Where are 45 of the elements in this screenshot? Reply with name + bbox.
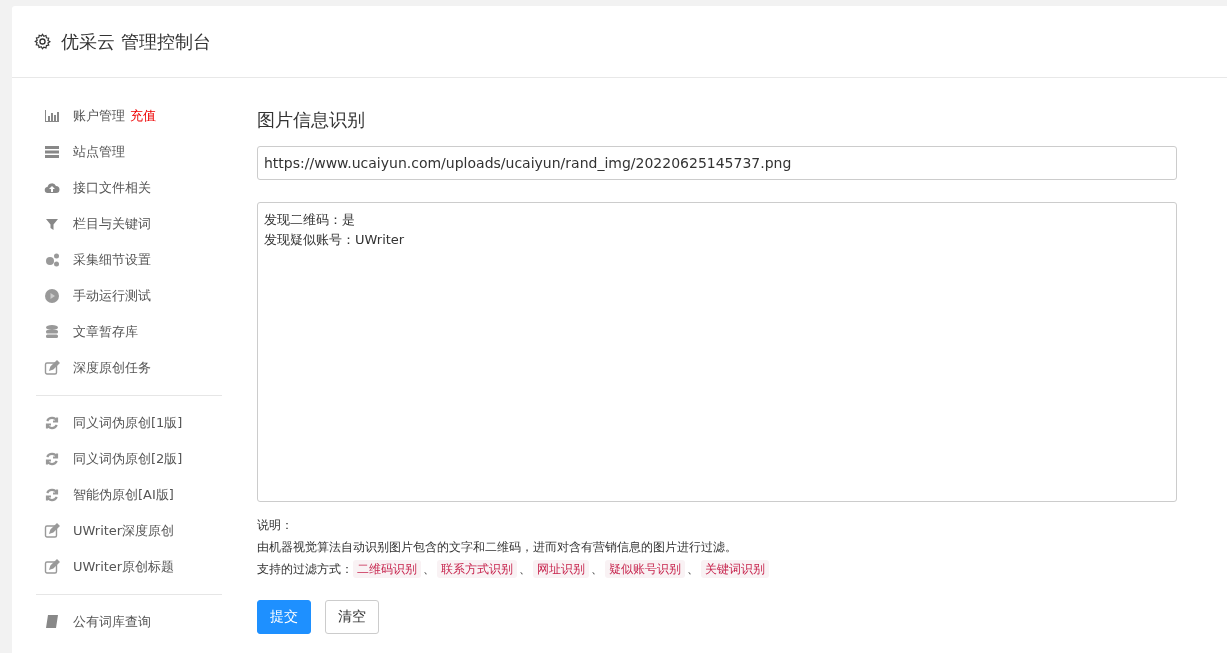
sidebar-item[interactable]: 栏目与关键词: [73, 215, 151, 233]
edit-icon: [44, 360, 60, 376]
method-tag: 二维码识别: [353, 560, 421, 578]
separator-mark: 、: [687, 561, 699, 578]
filter-icon: [44, 216, 60, 232]
database-icon: [44, 324, 60, 340]
description-text: 由机器视觉算法自动识别图片包含的文字和二维码，进而对含有营销信息的图片进行过滤。: [257, 539, 738, 556]
bar-chart-icon: [44, 108, 60, 124]
result-box[interactable]: 发现二维码：是 发现疑似账号：UWriter: [257, 202, 1177, 502]
play-icon: [44, 288, 60, 304]
methods-label: 支持的过滤方式：: [257, 561, 353, 578]
sidebar-item[interactable]: 接口文件相关: [73, 179, 151, 197]
sidebar-item[interactable]: 同义词伪原创[1版]: [73, 414, 183, 432]
refresh-icon: [44, 415, 60, 431]
sidebar-item[interactable]: 智能伪原创[AI版]: [73, 486, 174, 504]
method-tag: 关键词识别: [701, 560, 769, 578]
sidebar-item[interactable]: 账户管理: [73, 107, 125, 125]
clear-button[interactable]: 清空: [325, 600, 379, 634]
sidebar-item[interactable]: 文章暂存库: [73, 323, 138, 341]
separator-mark: 、: [591, 561, 603, 578]
sidebar-item[interactable]: 站点管理: [73, 143, 125, 161]
notes-title: 说明：: [257, 517, 294, 534]
separator-mark: 、: [423, 561, 435, 578]
refresh-icon: [44, 451, 60, 467]
edit-icon: [44, 523, 60, 539]
separator-mark: 、: [519, 561, 531, 578]
sidebar-item[interactable]: UWriter深度原创: [73, 522, 175, 540]
method-tag: 联系方式识别: [437, 560, 517, 578]
refresh-icon: [44, 487, 60, 503]
edit-icon: [44, 559, 60, 575]
console-title: 优采云 管理控制台: [61, 29, 211, 54]
recharge-link[interactable]: 充值: [130, 107, 156, 125]
sidebar-item[interactable]: 手动运行测试: [73, 287, 151, 305]
sidebar-item[interactable]: UWriter原创标题: [73, 558, 175, 576]
sidebar-item[interactable]: 深度原创任务: [73, 359, 151, 377]
method-tag: 网址识别: [533, 560, 589, 578]
cloud-upload-icon: [44, 180, 60, 196]
sidebar-item[interactable]: 公有词库查询: [73, 613, 151, 631]
settings-icon: [34, 33, 51, 50]
method-tag: 疑似账号识别: [605, 560, 685, 578]
sidebar-item[interactable]: 同义词伪原创[2版]: [73, 450, 183, 468]
section-title: 图片信息识别: [257, 108, 366, 132]
server-icon: [44, 144, 60, 160]
url-field[interactable]: https://www.ucaiyun.com/uploads/ucaiyun/rand_img/20220625145737.png: [257, 146, 1177, 180]
sidebar-item[interactable]: 采集细节设置: [73, 251, 151, 269]
